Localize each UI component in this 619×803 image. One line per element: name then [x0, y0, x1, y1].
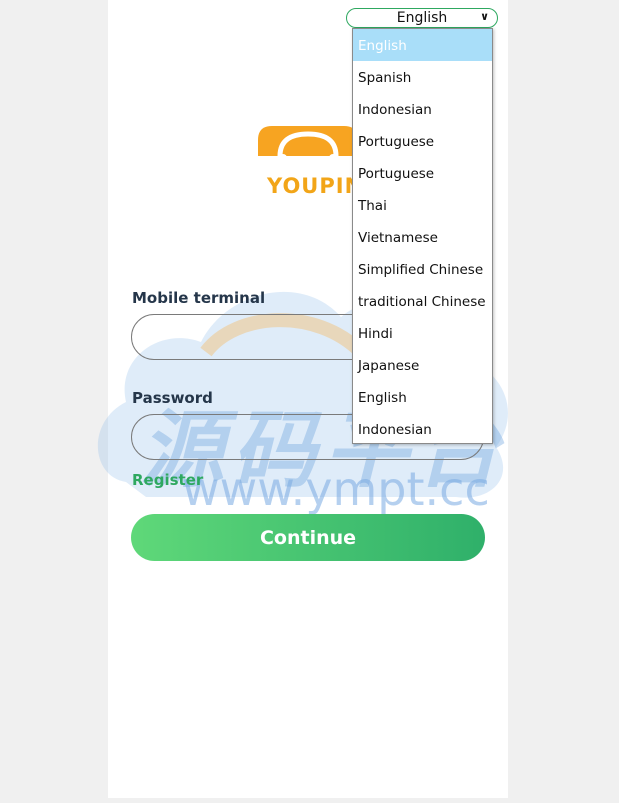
- language-option[interactable]: Portuguese: [353, 125, 492, 157]
- language-option[interactable]: Simplified Chinese: [353, 253, 492, 285]
- language-option[interactable]: Indonesian: [353, 93, 492, 125]
- language-option[interactable]: Portuguese: [353, 157, 492, 189]
- language-option[interactable]: Hindi: [353, 317, 492, 349]
- language-option[interactable]: English: [353, 381, 492, 413]
- password-label: Password: [132, 389, 213, 407]
- language-option[interactable]: traditional Chinese: [353, 285, 492, 317]
- language-option[interactable]: Spanish: [353, 61, 492, 93]
- language-option[interactable]: Vietnamese: [353, 221, 492, 253]
- chevron-down-icon: ∨: [480, 10, 489, 23]
- mobile-label: Mobile terminal: [132, 289, 266, 307]
- language-option[interactable]: Japanese: [353, 349, 492, 381]
- language-option[interactable]: Thai: [353, 189, 492, 221]
- language-option[interactable]: Indonesian: [353, 413, 492, 445]
- language-option[interactable]: English: [353, 29, 492, 61]
- language-dropdown-list: English Spanish Indonesian Portuguese Po…: [352, 28, 493, 444]
- logo-text: YOUPIN: [267, 174, 364, 198]
- register-link[interactable]: Register: [132, 471, 203, 489]
- watermark-url: www.ympt.cc: [182, 462, 490, 516]
- continue-button[interactable]: Continue: [131, 514, 485, 561]
- language-select[interactable]: English ∨: [346, 8, 498, 28]
- language-selected-value: English: [396, 10, 448, 26]
